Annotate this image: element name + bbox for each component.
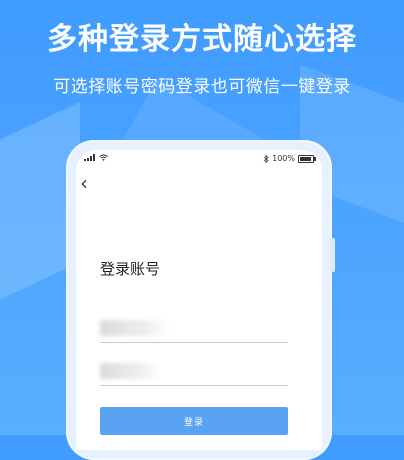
signal-icon: [84, 154, 95, 161]
bluetooth-icon: [263, 154, 269, 163]
battery-percent: 100%: [272, 154, 295, 163]
battery-icon: [298, 154, 316, 163]
phone-screen: 100% ‹ 登录账号 登录: [76, 150, 322, 450]
login-title: 登录账号: [100, 260, 161, 278]
account-field[interactable]: [100, 312, 288, 343]
phone-side-button: [330, 238, 335, 272]
back-chevron-icon[interactable]: ‹: [80, 172, 100, 194]
status-right: 100%: [263, 154, 316, 163]
wifi-icon: [99, 154, 108, 161]
password-value-blurred: [100, 363, 160, 379]
promo-headline: 多种登录方式随心选择: [47, 22, 357, 57]
status-left: [84, 154, 108, 161]
login-button[interactable]: 登录: [100, 407, 288, 435]
password-field[interactable]: [100, 355, 288, 386]
account-value-blurred: [100, 320, 170, 336]
promo-subheadline: 可选择账号密码登录也可微信一键登录: [53, 77, 351, 97]
status-bar: 100%: [76, 150, 322, 168]
